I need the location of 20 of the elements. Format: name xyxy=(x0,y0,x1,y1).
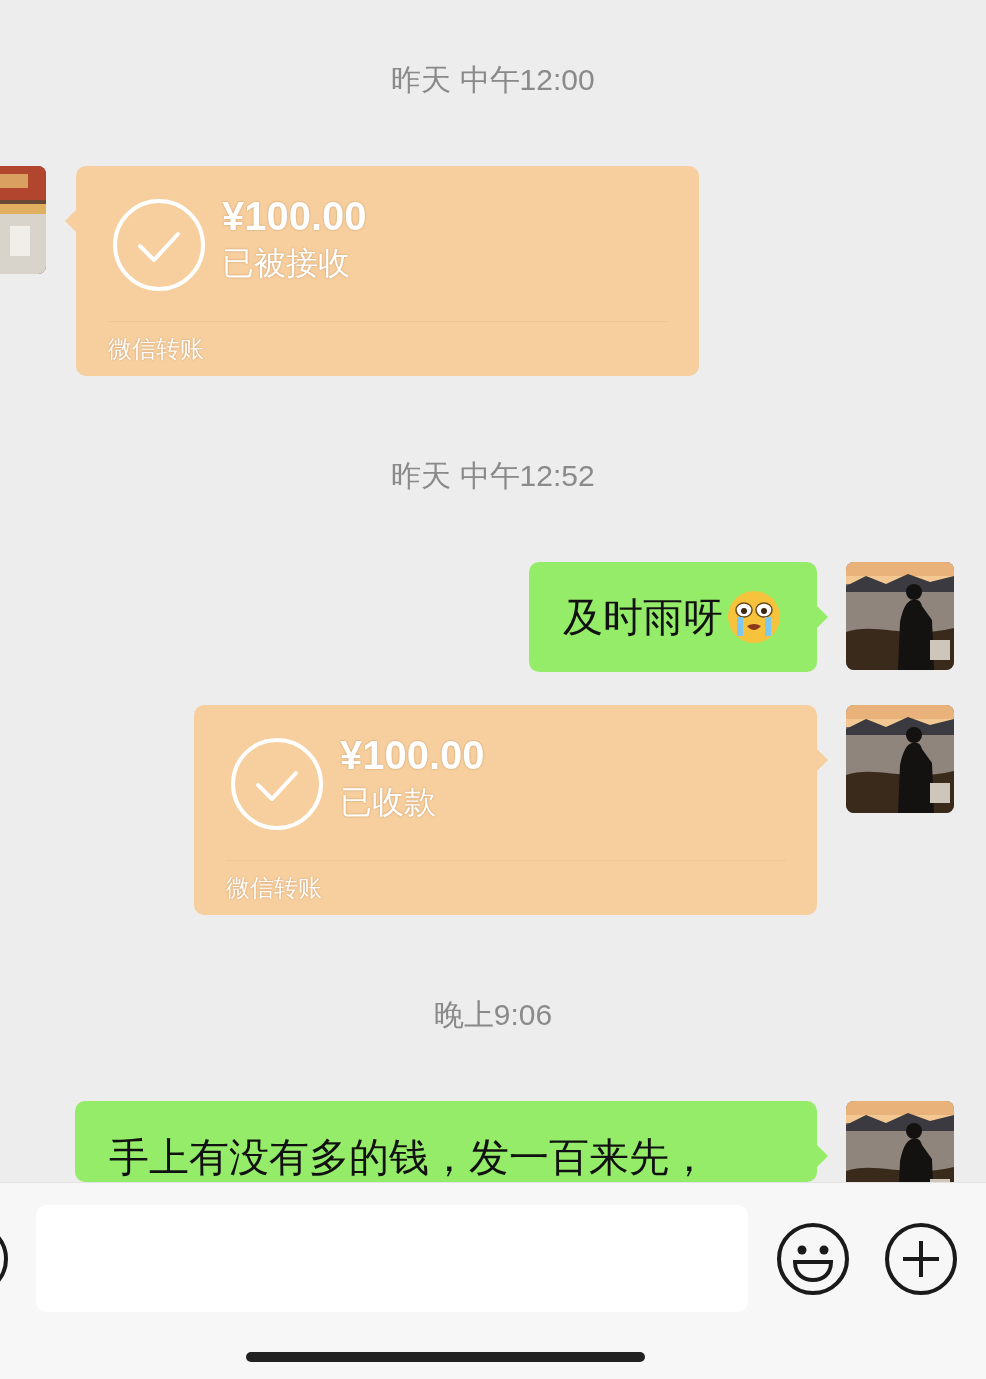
timestamp: 昨天 中午12:00 xyxy=(391,62,595,98)
add-icon[interactable] xyxy=(884,1222,958,1296)
transfer-amount: ¥100.00 xyxy=(340,732,485,779)
transfer-card[interactable]: ¥100.00 已被接收 微信转账 xyxy=(76,166,699,376)
transfer-label: 微信转账 xyxy=(226,874,322,901)
transfer-amount: ¥100.00 xyxy=(222,193,367,240)
message-bubble: 手上有没有多的钱，发一百来先， xyxy=(75,1101,817,1182)
bubble-tail xyxy=(817,749,828,771)
message-bubble: 及时雨呀 xyxy=(529,562,817,672)
bubble-tail xyxy=(817,606,828,628)
timestamp: 昨天 中午12:52 xyxy=(391,458,595,494)
check-icon xyxy=(230,737,324,831)
transfer-card[interactable]: ¥100.00 已收款 微信转账 xyxy=(194,705,817,915)
bubble-tail xyxy=(817,1145,828,1167)
check-icon xyxy=(112,198,206,292)
transfer-status: 已被接收 xyxy=(222,244,351,283)
smiley-icon[interactable] xyxy=(776,1222,850,1296)
timestamp: 晚上9:06 xyxy=(433,997,553,1033)
transfer-status: 已收款 xyxy=(340,783,437,822)
transfer-label: 微信转账 xyxy=(108,335,204,362)
